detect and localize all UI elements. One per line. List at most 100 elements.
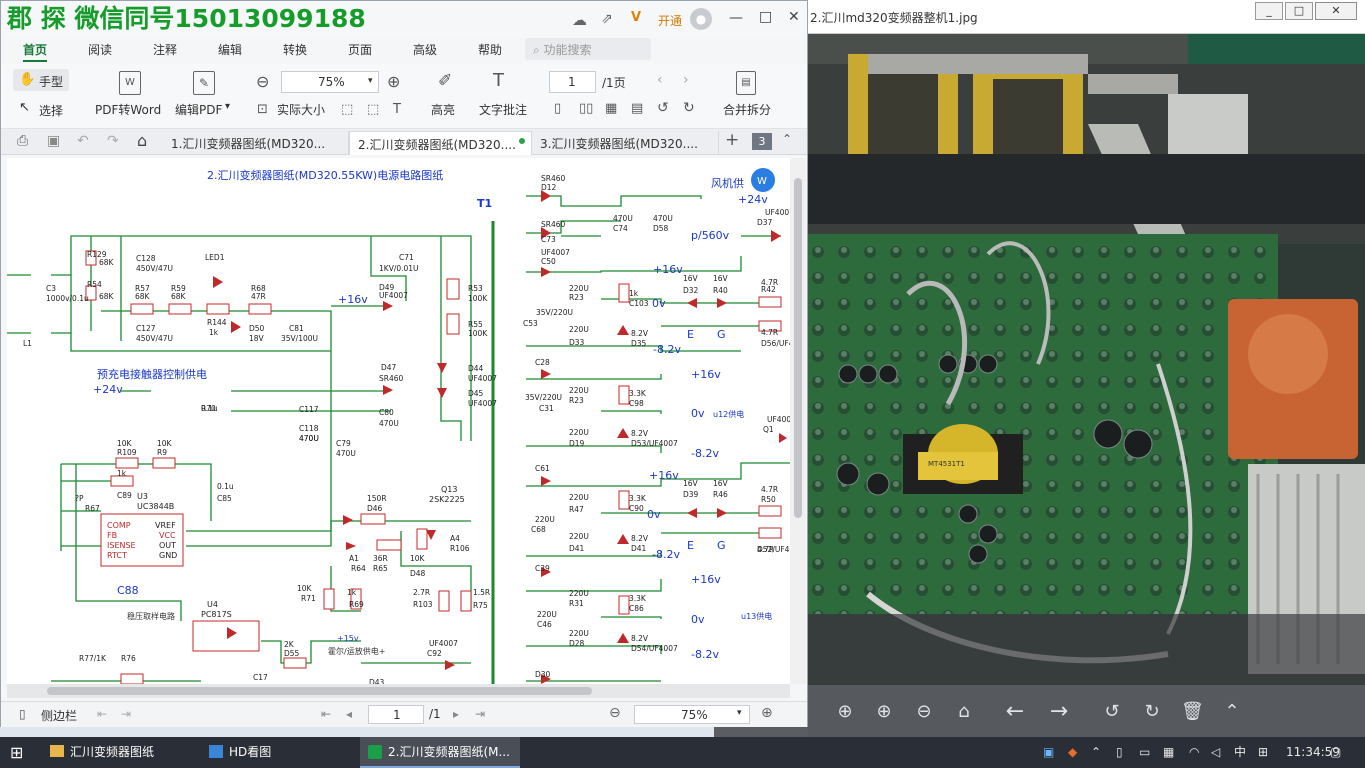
zoom-out-circle-icon[interactable]: ⊖ xyxy=(256,72,269,91)
rotate-right-icon[interactable]: ↻ xyxy=(1141,701,1163,723)
last-page-icon[interactable]: ⇥ xyxy=(475,707,485,721)
text-note-button[interactable]: 文字批注 xyxy=(479,101,527,118)
share-icon[interactable]: ⇗ xyxy=(601,11,613,27)
close-button[interactable]: ✕ xyxy=(1315,2,1357,20)
ime-mode-icon[interactable]: ⊞ xyxy=(1258,737,1268,768)
taskbar-item-pdf[interactable]: 2.汇川变频器图纸(M... xyxy=(360,737,520,768)
avatar[interactable]: ● xyxy=(690,8,712,30)
merge-split-button[interactable]: 合并拆分 xyxy=(723,101,771,118)
feature-search[interactable]: ⌕ 功能搜索 xyxy=(525,38,651,60)
status-zoom-out-icon[interactable]: ⊖ xyxy=(609,705,621,721)
zoom-in-icon[interactable]: ⊕ xyxy=(873,701,895,723)
battery-icon[interactable]: ▭ xyxy=(1139,737,1150,768)
more-icon[interactable]: ⌃ xyxy=(1221,701,1243,723)
prev-icon[interactable]: ← xyxy=(1004,701,1026,723)
tab-count-badge[interactable]: 3 xyxy=(752,133,772,150)
hand-tool-button[interactable]: ✋ 手型 xyxy=(13,69,69,91)
presentation-icon[interactable]: ⌂ xyxy=(953,701,975,723)
edit-pdf-button[interactable]: 编辑PDF xyxy=(175,101,222,118)
menu-annotate[interactable]: 注释 xyxy=(153,41,177,58)
page-number-input[interactable]: 1 xyxy=(549,71,596,93)
part-label: 1k xyxy=(209,328,219,337)
tray-camera-icon[interactable]: ▣ xyxy=(1043,737,1054,768)
pdf-to-word-button[interactable]: PDF转Word xyxy=(95,101,161,118)
highlight-button[interactable]: 高亮 xyxy=(431,101,455,118)
home-icon[interactable]: ⌂ xyxy=(137,131,147,150)
rotate-left-icon[interactable]: ↺ xyxy=(657,100,669,116)
double-page-icon[interactable]: ▯▯ xyxy=(579,101,593,116)
tray-expand-icon[interactable]: ⌃ xyxy=(1091,737,1101,768)
fit-width-icon[interactable]: ⬚ xyxy=(341,102,353,117)
redo-icon[interactable]: ↷ xyxy=(107,133,119,149)
edit-pdf-dropdown-icon[interactable]: ▾ xyxy=(225,101,230,112)
fit-page-icon[interactable]: ⬚ xyxy=(367,102,379,117)
tab-doc-1[interactable]: 1.汇川变频器图纸(MD320... xyxy=(163,131,349,155)
forward-icon[interactable]: ⇥ xyxy=(121,707,131,721)
maximize-icon[interactable]: □ xyxy=(759,9,772,25)
print-icon[interactable]: ⎙ xyxy=(17,133,28,149)
network-icon[interactable]: ▦ xyxy=(1163,737,1174,768)
tab-doc-2[interactable]: 2.汇川变频器图纸(MD320.... xyxy=(349,131,532,155)
delete-icon[interactable]: 🗑 xyxy=(1181,701,1204,723)
menu-home[interactable]: 首页 xyxy=(23,41,48,62)
horizontal-scroll-thumb[interactable] xyxy=(47,687,592,695)
ime-indicator[interactable]: 中 xyxy=(1234,737,1246,768)
text-select-icon[interactable]: T xyxy=(393,102,401,117)
windows-start-icon[interactable]: ⊞ xyxy=(10,743,23,762)
wifi-icon[interactable]: ◠ xyxy=(1189,737,1199,768)
actual-size-button[interactable]: 实际大小 xyxy=(277,101,325,118)
menu-help[interactable]: 帮助 xyxy=(478,41,502,58)
continuous-icon[interactable]: ▤ xyxy=(631,101,643,116)
single-page-icon[interactable]: ▯ xyxy=(554,101,561,116)
grid-page-icon[interactable]: ▦ xyxy=(605,101,617,116)
collapse-icon[interactable]: ⌃ xyxy=(782,132,792,146)
horizontal-scrollbar[interactable] xyxy=(7,684,790,698)
taskbar-item-viewer[interactable]: HD看图 xyxy=(201,737,356,768)
zoom-out-icon[interactable]: ⊖ xyxy=(913,701,935,723)
zoom-select[interactable]: 75% ▾ xyxy=(281,71,379,93)
select-tool-button[interactable]: ↖ 选择 xyxy=(13,98,73,120)
vip-open-link[interactable]: 开通 xyxy=(658,12,682,29)
tab-doc-3[interactable]: 3.汇川变频器图纸(MD320.... xyxy=(532,131,719,155)
taskbar-item-folder[interactable]: 汇川变频器图纸 xyxy=(42,737,199,768)
sidebar-icon[interactable]: ▯ xyxy=(19,707,26,721)
vip-icon[interactable]: V xyxy=(631,10,641,25)
maximize-button[interactable]: □ xyxy=(1285,2,1313,20)
save-icon[interactable]: ▣ xyxy=(47,133,60,149)
next-page-icon[interactable]: › xyxy=(683,72,689,88)
zoom-in-circle-icon[interactable]: ⊕ xyxy=(387,72,400,91)
part-label: 2.7R xyxy=(413,588,430,597)
first-page-icon[interactable]: ⇤ xyxy=(321,707,331,721)
menu-advanced[interactable]: 高级 xyxy=(413,41,437,58)
status-zoom-in-icon[interactable]: ⊕ xyxy=(761,705,773,721)
next-page-status-icon[interactable]: ▸ xyxy=(453,707,459,721)
notification-icon[interactable]: ▢ xyxy=(1330,737,1341,768)
prev-page-icon[interactable]: ‹ xyxy=(657,72,663,88)
next-icon[interactable]: → xyxy=(1048,701,1070,723)
vertical-scroll-thumb[interactable] xyxy=(794,178,802,518)
cloud-icon[interactable]: ☁ xyxy=(572,11,587,29)
close-icon[interactable]: ✕ xyxy=(788,9,800,25)
fit-icon[interactable]: ⊕ xyxy=(834,701,856,723)
sidebar-toggle[interactable]: 侧边栏 xyxy=(41,707,77,724)
menu-read[interactable]: 阅读 xyxy=(88,41,112,58)
new-tab-icon[interactable]: + xyxy=(725,130,739,150)
menu-page[interactable]: 页面 xyxy=(348,41,372,58)
back-icon[interactable]: ⇤ xyxy=(97,707,107,721)
usb-icon[interactable]: ▯ xyxy=(1116,737,1123,768)
undo-icon[interactable]: ↶ xyxy=(77,133,89,149)
tray-app-icon[interactable]: ◆ xyxy=(1068,737,1077,768)
minimize-icon[interactable]: — xyxy=(729,10,743,26)
menu-convert[interactable]: 转换 xyxy=(283,41,307,58)
part-label: 470U xyxy=(613,214,633,223)
menu-edit[interactable]: 编辑 xyxy=(218,41,242,58)
status-zoom-select[interactable]: 75% ▾ xyxy=(634,705,750,724)
volume-icon[interactable]: ◁ xyxy=(1211,737,1220,768)
minimize-button[interactable]: _ xyxy=(1255,2,1283,20)
prev-page-status-icon[interactable]: ◂ xyxy=(346,707,352,721)
status-page-input[interactable]: 1 xyxy=(368,705,424,724)
part-label: 220U xyxy=(569,532,589,541)
rotate-right-icon[interactable]: ↻ xyxy=(683,100,695,116)
rotate-left-icon[interactable]: ↺ xyxy=(1101,701,1123,723)
vertical-scrollbar[interactable] xyxy=(790,158,806,684)
